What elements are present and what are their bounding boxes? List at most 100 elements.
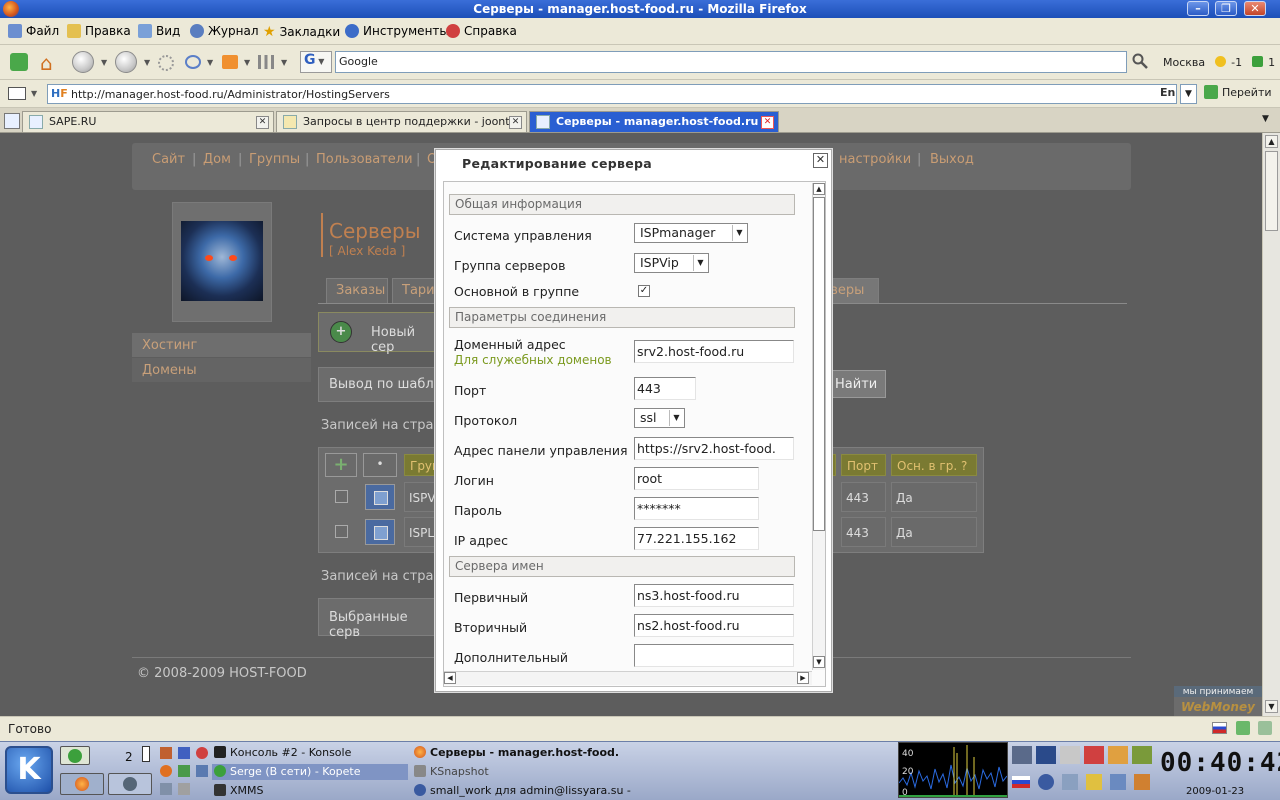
- forward-button[interactable]: [115, 51, 137, 73]
- quicklaunch-icons[interactable]: [160, 747, 210, 795]
- addon-status-icon[interactable]: [1236, 721, 1250, 735]
- row-checkbox[interactable]: [335, 525, 348, 538]
- login-input[interactable]: root: [634, 467, 759, 490]
- domain-input[interactable]: srv2.host-food.ru: [634, 340, 794, 363]
- scroll-up-icon[interactable]: ▲: [813, 183, 825, 195]
- server-group-select[interactable]: ISPVip ▼: [634, 253, 709, 273]
- search-input[interactable]: Google: [335, 51, 1127, 73]
- nav-groups[interactable]: Группы: [249, 152, 300, 167]
- reload-icon[interactable]: [10, 53, 28, 71]
- scroll-left-icon[interactable]: ◀: [444, 672, 456, 684]
- nav-settings[interactable]: настройки: [839, 152, 911, 167]
- row-checkbox[interactable]: [335, 490, 348, 503]
- edit-icon[interactable]: [365, 484, 395, 510]
- menu-edit[interactable]: Правка: [67, 24, 131, 38]
- edit-icon[interactable]: [365, 519, 395, 545]
- tab-sape[interactable]: SAPE.RU ✕: [22, 111, 274, 132]
- main-in-group-checkbox[interactable]: ✓: [638, 285, 650, 297]
- system-tray[interactable]: [1012, 746, 1152, 794]
- side-menu-hosting[interactable]: Хостинг: [132, 333, 311, 357]
- tab-joont[interactable]: Запросы в центр поддержки - joont... ✕: [276, 111, 527, 132]
- desktop-pager-1[interactable]: [60, 746, 90, 765]
- home-icon[interactable]: ⌂: [40, 51, 64, 75]
- menu-tools[interactable]: Инструменты: [345, 24, 449, 38]
- subtab-tariffs[interactable]: Тари: [392, 278, 438, 304]
- url-dropdown-icon[interactable]: ▼: [1180, 84, 1197, 104]
- language-indicator[interactable]: En: [1160, 86, 1175, 99]
- password-input[interactable]: *******: [634, 497, 759, 520]
- subtab-orders[interactable]: Заказы: [326, 278, 388, 304]
- mail-icon[interactable]: [8, 87, 26, 100]
- menu-view[interactable]: Вид: [138, 24, 180, 38]
- desktop-pager-3[interactable]: [108, 773, 152, 795]
- scroll-right-icon[interactable]: ▶: [797, 672, 809, 684]
- rss-dropdown-icon[interactable]: ▼: [244, 58, 250, 67]
- secondary-ns-input[interactable]: ns2.host-food.ru: [634, 614, 794, 637]
- url-input[interactable]: HF http://manager.host-food.ru/Administr…: [47, 84, 1177, 104]
- side-menu-domains[interactable]: Домены: [132, 358, 311, 382]
- webmoney-badge[interactable]: мы принимаем WebMoney: [1174, 686, 1262, 716]
- nav-site[interactable]: Сайт: [152, 152, 185, 167]
- menu-file[interactable]: Файл: [8, 24, 59, 38]
- options-icon[interactable]: •: [363, 453, 397, 477]
- search-icon[interactable]: [1132, 53, 1148, 69]
- menu-bookmarks[interactable]: ★ Закладки: [263, 24, 340, 40]
- stop-icon[interactable]: [158, 55, 174, 71]
- task-konsole[interactable]: Консоль #2 - Konsole: [214, 746, 351, 759]
- dialog-close-button[interactable]: ✕: [813, 153, 828, 168]
- port-input[interactable]: 443: [634, 377, 696, 400]
- rss-icon[interactable]: [222, 55, 238, 69]
- extra-ns-input[interactable]: [634, 644, 794, 667]
- add-row-icon[interactable]: +: [325, 453, 357, 477]
- scroll-down-icon[interactable]: ▼: [813, 656, 825, 668]
- scroll-up-icon[interactable]: ▲: [1265, 135, 1278, 148]
- dialog-horizontal-scrollbar[interactable]: ◀ ▶: [444, 671, 812, 685]
- task-firefox[interactable]: Серверы - manager.host-food.: [414, 746, 619, 759]
- find-button[interactable]: Найти: [826, 370, 886, 398]
- minimize-button[interactable]: –: [1187, 1, 1209, 16]
- chat-dropdown-icon[interactable]: ▼: [207, 58, 213, 67]
- tab-list-dropdown-icon[interactable]: ▼: [1262, 114, 1269, 124]
- go-button[interactable]: Перейти: [1204, 85, 1272, 99]
- forward-dropdown-icon[interactable]: ▼: [144, 58, 150, 67]
- add-icon[interactable]: +: [330, 321, 352, 343]
- menu-help[interactable]: Справка: [446, 24, 517, 38]
- tab-servers[interactable]: Серверы - manager.host-food.ru ✕: [529, 111, 779, 132]
- scroll-down-icon[interactable]: ▼: [1265, 700, 1278, 713]
- nav-users[interactable]: Пользователи: [316, 152, 413, 167]
- page-subtitle[interactable]: [ Alex Keda ]: [329, 244, 405, 258]
- back-button[interactable]: [72, 51, 94, 73]
- nav-logout[interactable]: Выход: [930, 152, 974, 167]
- menu-history[interactable]: Журнал: [190, 24, 259, 38]
- search-engine-button[interactable]: G ▼: [300, 51, 332, 73]
- column-header-main[interactable]: Осн. в гр. ?: [891, 454, 977, 476]
- tab-close-icon[interactable]: ✕: [256, 116, 269, 129]
- nav-home[interactable]: Дом: [203, 152, 231, 167]
- task-small-work[interactable]: small_work для admin@lissyara.su -: [414, 784, 631, 797]
- task-kopete[interactable]: Serge (В сети) - Kopete: [212, 764, 408, 780]
- close-window-button[interactable]: ✕: [1244, 1, 1266, 16]
- back-dropdown-icon[interactable]: ▼: [101, 58, 107, 67]
- weather-widget[interactable]: Москва -1 1: [1163, 56, 1275, 69]
- clock-time[interactable]: 00:40:42: [1160, 748, 1280, 778]
- task-ksnapshot[interactable]: KSnapshot: [414, 765, 489, 778]
- panel-address-input[interactable]: https://srv2.host-food.: [634, 437, 794, 460]
- scroll-thumb[interactable]: [1265, 151, 1278, 231]
- new-tab-icon[interactable]: [4, 113, 20, 129]
- page-scrollbar[interactable]: ▲ ▼: [1262, 133, 1280, 716]
- chat-icon[interactable]: [185, 55, 201, 69]
- ip-input[interactable]: 77.221.155.162: [634, 527, 759, 550]
- kde-menu-button[interactable]: K: [5, 746, 53, 794]
- tab-close-icon[interactable]: ✕: [509, 116, 522, 129]
- addon-status-icon[interactable]: [1258, 721, 1272, 735]
- desktop-pager-2[interactable]: [60, 773, 104, 795]
- russian-flag-icon[interactable]: [1212, 722, 1227, 734]
- dialog-vertical-scrollbar[interactable]: ▲ ▼: [812, 183, 825, 670]
- dialog-scroll-thumb[interactable]: [813, 197, 825, 531]
- column-header-port[interactable]: Порт: [841, 454, 886, 476]
- maximize-button[interactable]: ❐: [1215, 1, 1237, 16]
- tab-close-icon[interactable]: ✕: [761, 116, 774, 129]
- pagerank-dropdown-icon[interactable]: ▼: [281, 58, 287, 67]
- mail-dropdown-icon[interactable]: ▼: [31, 89, 37, 98]
- new-server-label[interactable]: Новый сер: [371, 325, 442, 355]
